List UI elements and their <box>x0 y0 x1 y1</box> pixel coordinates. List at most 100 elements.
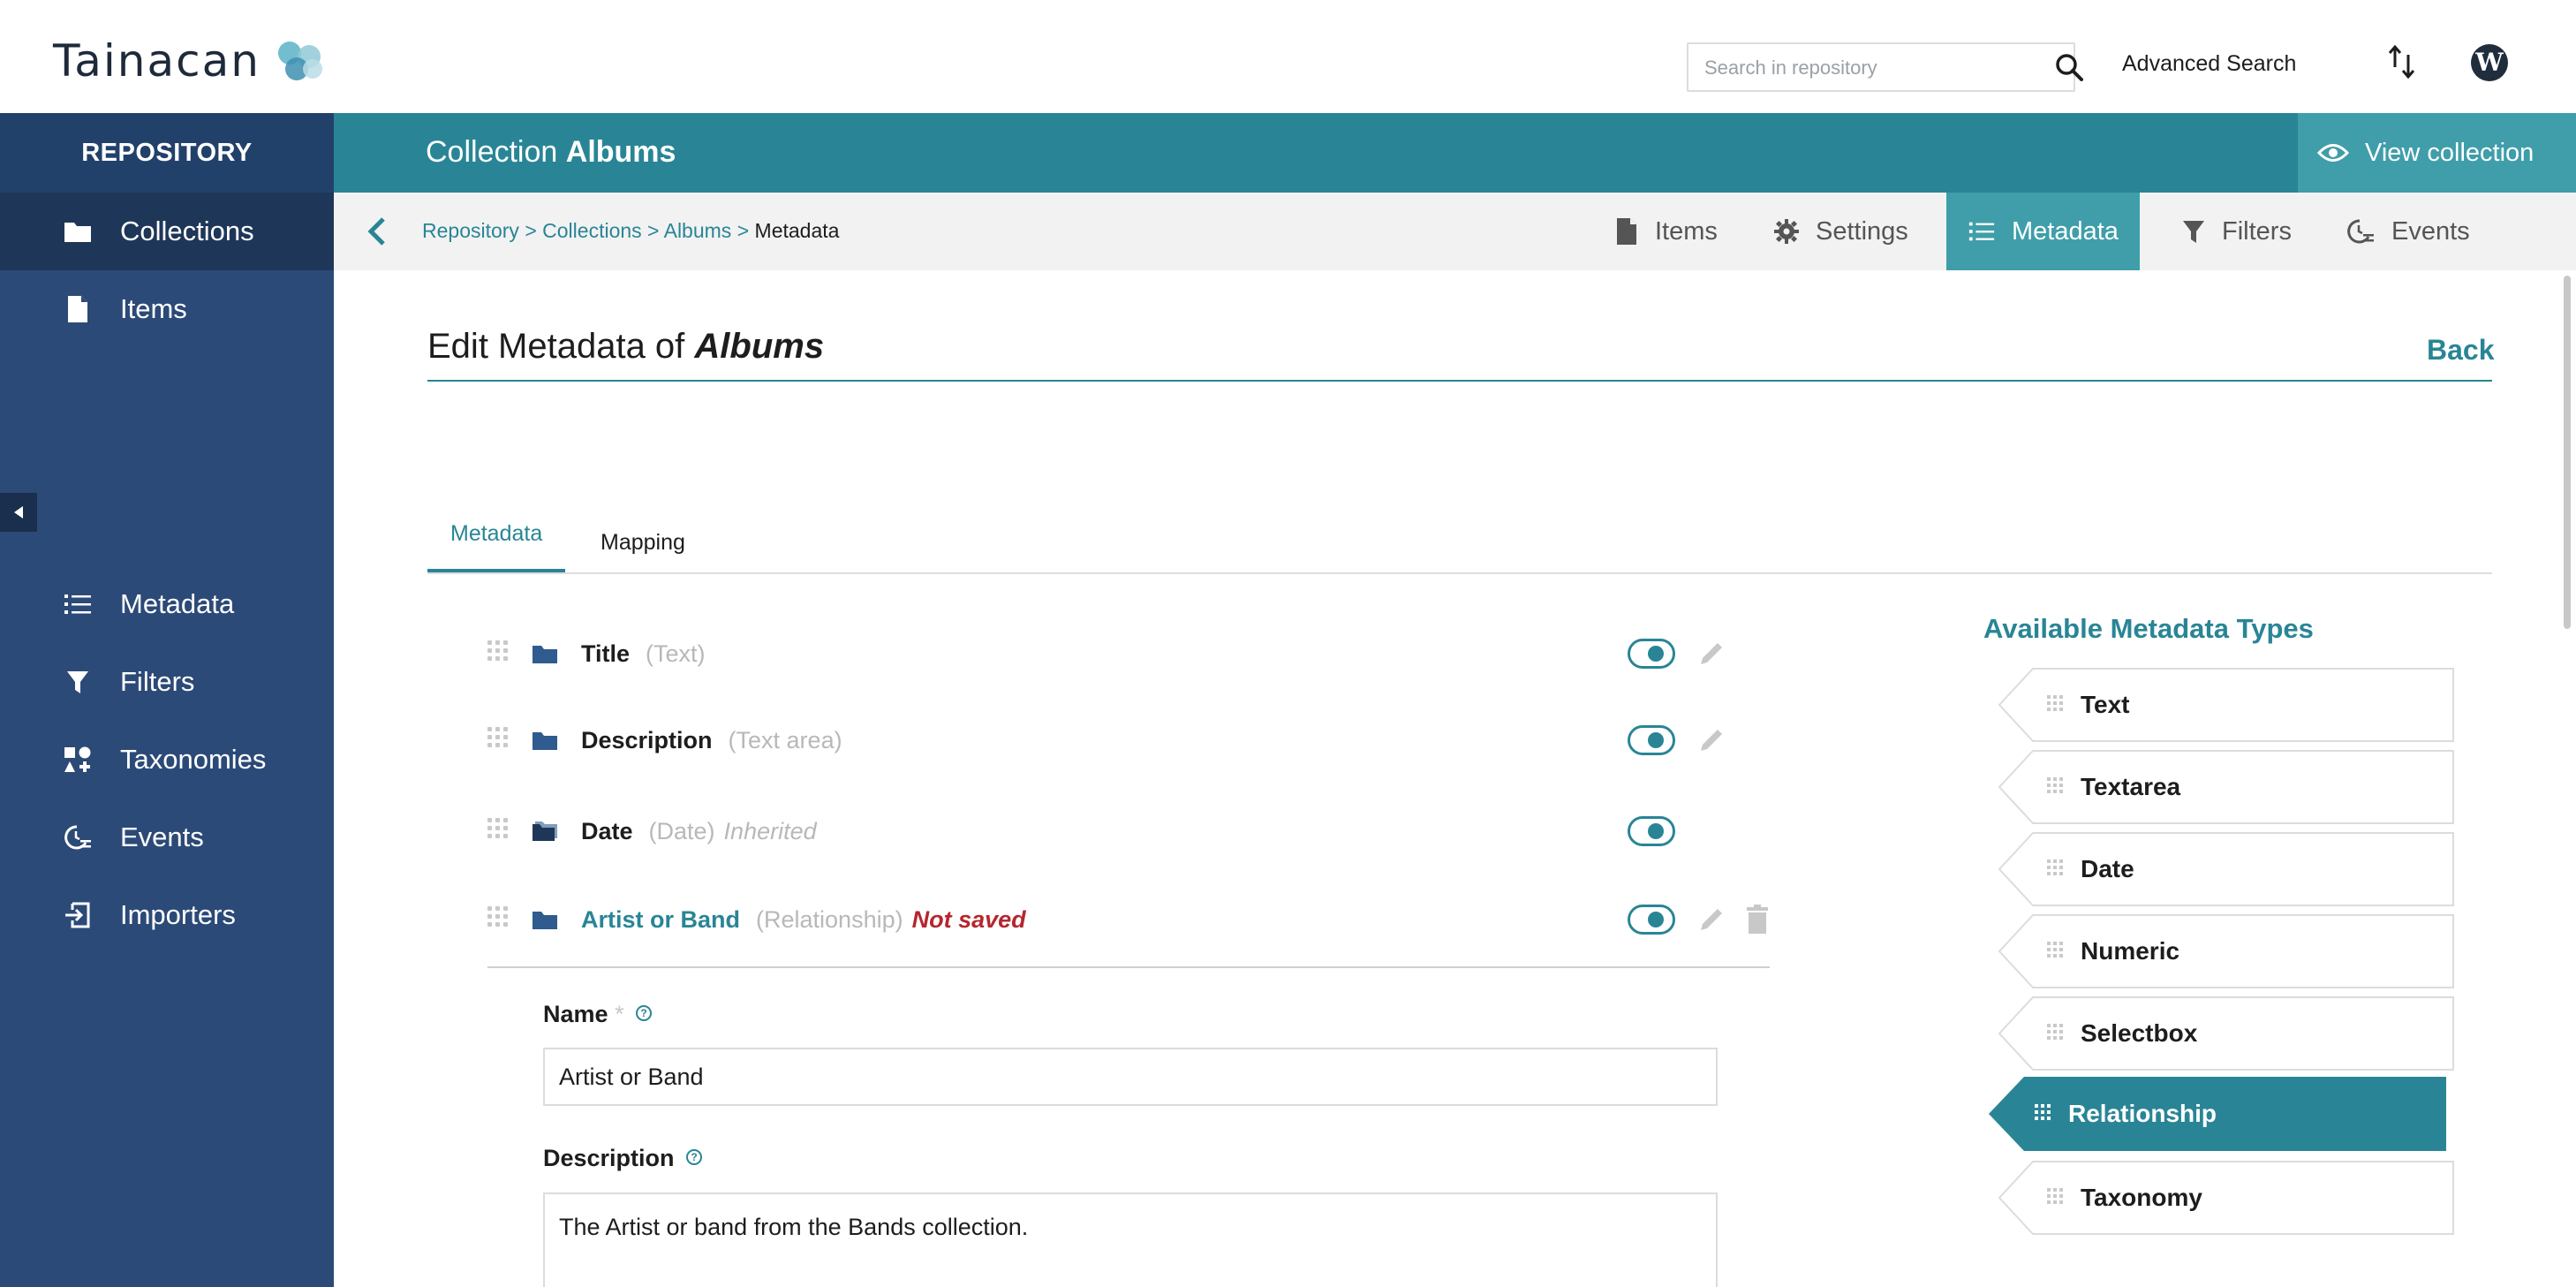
sidebar-item-filters[interactable]: Filters <box>0 643 334 721</box>
breadcrumb-collections[interactable]: Collections <box>542 219 642 242</box>
back-button[interactable]: Back <box>2427 334 2495 367</box>
drag-handle-icon <box>2047 1024 2066 1043</box>
trash-icon[interactable] <box>1745 904 1770 935</box>
metadata-row-artist-or-band[interactable]: Artist or Band (Relationship) Not saved <box>487 893 1768 946</box>
tab-mapping[interactable]: Mapping <box>601 530 685 581</box>
pencil-icon[interactable] <box>1696 724 1727 756</box>
drag-handle-icon[interactable] <box>487 906 512 933</box>
sidebar-item-label: Metadata <box>120 588 235 619</box>
tab-metadata-list[interactable]: Metadata <box>427 521 566 572</box>
app-logo[interactable]: Tainacan <box>53 35 329 87</box>
type-card-content: Taxonomy <box>2047 1161 2202 1235</box>
filter-icon <box>60 667 95 697</box>
folder-icon <box>533 912 557 929</box>
status-toggle[interactable] <box>1628 725 1675 755</box>
type-card-content: Date <box>2047 832 2134 906</box>
breadcrumb-separator: > <box>518 219 543 242</box>
not-saved-badge: Not saved <box>911 905 1026 933</box>
filter-icon <box>2183 221 2204 243</box>
pencil-icon[interactable] <box>1696 638 1727 670</box>
drag-handle-icon[interactable] <box>487 727 512 753</box>
status-toggle[interactable] <box>1628 639 1675 669</box>
tab-settings[interactable]: Settings <box>1773 193 1908 270</box>
description-label-text: Description <box>543 1145 675 1171</box>
sidebar-item-collections[interactable]: Collections <box>0 193 334 270</box>
sidebar-item-label: Taxonomies <box>120 744 267 775</box>
metadata-row-title[interactable]: Title (Text) <box>487 627 1768 680</box>
status-toggle[interactable] <box>1628 816 1675 846</box>
inherited-folder-icon <box>533 821 557 841</box>
list-icon <box>1968 222 1995 241</box>
sidebar-item-taxonomies[interactable]: Taxonomies <box>0 721 334 799</box>
breadcrumb: Repository > Collections > Albums > Meta… <box>422 219 839 243</box>
sidebar-item-label: Importers <box>120 899 236 930</box>
drag-handle-icon[interactable] <box>487 640 512 667</box>
collection-header: Collection Albums View collection <box>334 113 2576 193</box>
chevron-left-icon[interactable] <box>364 216 389 247</box>
search-icon[interactable] <box>2053 51 2085 83</box>
tab-events[interactable]: Events <box>2346 193 2470 270</box>
collection-subnav: Repository > Collections > Albums > Meta… <box>334 193 2576 270</box>
sidebar: REPOSITORY Collections Items Metadata Fi… <box>0 113 334 1287</box>
status-toggle[interactable] <box>1628 905 1675 935</box>
collection-title: Collection Albums <box>426 135 676 170</box>
view-collection-button[interactable]: View collection <box>2298 113 2576 193</box>
page-title: Edit Metadata of Albums <box>427 327 824 367</box>
breadcrumb-separator: > <box>731 219 755 242</box>
breadcrumb-albums[interactable]: Albums <box>664 219 732 242</box>
wordpress-icon[interactable]: W <box>2471 44 2508 81</box>
file-icon <box>60 294 95 324</box>
folder-icon <box>533 732 557 750</box>
sidebar-item-label: Events <box>120 821 204 852</box>
breadcrumb-repository[interactable]: Repository <box>422 219 519 242</box>
type-card-text[interactable]: Text <box>1998 668 2455 742</box>
page-scrollbar[interactable] <box>2564 276 2571 629</box>
taxonomies-icon <box>60 745 95 775</box>
tab-items[interactable]: Items <box>1614 193 1718 270</box>
type-card-textarea[interactable]: Textarea <box>1998 750 2455 824</box>
sidebar-item-metadata[interactable]: Metadata <box>0 565 334 643</box>
inherited-label: Inherited <box>723 817 817 844</box>
logo-text: Tainacan <box>53 35 261 87</box>
sidebar-header: REPOSITORY <box>0 113 334 193</box>
name-input[interactable]: Artist or Band <box>543 1048 1718 1106</box>
collapse-sidebar-button[interactable] <box>0 493 37 532</box>
metadata-type: (Text area) <box>728 726 842 753</box>
tab-label: Items <box>1655 216 1718 246</box>
sidebar-item-label: Filters <box>120 666 195 697</box>
help-icon[interactable]: ? <box>686 1149 703 1165</box>
type-card-date[interactable]: Date <box>1998 832 2455 906</box>
help-icon[interactable]: ? <box>636 1005 653 1021</box>
tab-label: Metadata <box>2012 216 2119 246</box>
type-card-selectbox[interactable]: Selectbox <box>1998 996 2455 1071</box>
events-icon <box>2347 219 2374 244</box>
description-textarea[interactable]: The Artist or band from the Bands collec… <box>543 1192 1718 1287</box>
eye-icon <box>2317 144 2349 162</box>
sidebar-item-importers[interactable]: Importers <box>0 876 334 954</box>
type-card-numeric[interactable]: Numeric <box>1998 914 2455 988</box>
type-card-relationship[interactable]: Relationship <box>1989 1077 2446 1151</box>
pencil-icon[interactable] <box>1696 904 1727 935</box>
sidebar-item-events[interactable]: Events <box>0 799 334 876</box>
type-card-content: Text <box>2047 668 2130 742</box>
sidebar-item-items[interactable]: Items <box>0 270 334 348</box>
title-divider <box>427 380 2492 382</box>
tab-label: Events <box>2391 216 2470 246</box>
type-label: Selectbox <box>2081 1019 2198 1047</box>
metadata-type: (Text) <box>646 640 706 667</box>
search-input[interactable]: Search in repository <box>1687 42 2075 92</box>
name-label-text: Name <box>543 1001 608 1027</box>
collection-title-name: Albums <box>565 135 676 169</box>
advanced-search-link[interactable]: Advanced Search <box>2122 51 2296 77</box>
type-card-content: Numeric <box>2047 914 2179 988</box>
drag-handle-icon[interactable] <box>487 818 512 844</box>
metadata-type: (Relationship) <box>756 905 903 933</box>
tab-label: Settings <box>1816 216 1908 246</box>
tab-metadata[interactable]: Metadata <box>1946 193 2140 270</box>
type-card-taxonomy[interactable]: Taxonomy <box>1998 1161 2455 1235</box>
import-export-icon[interactable] <box>2384 42 2420 81</box>
metadata-row-description[interactable]: Description (Text area) <box>487 714 1768 767</box>
sidebar-item-label: Collections <box>120 216 254 246</box>
metadata-row-date[interactable]: Date (Date) Inherited <box>487 805 1768 858</box>
tab-filters[interactable]: Filters <box>2181 193 2292 270</box>
